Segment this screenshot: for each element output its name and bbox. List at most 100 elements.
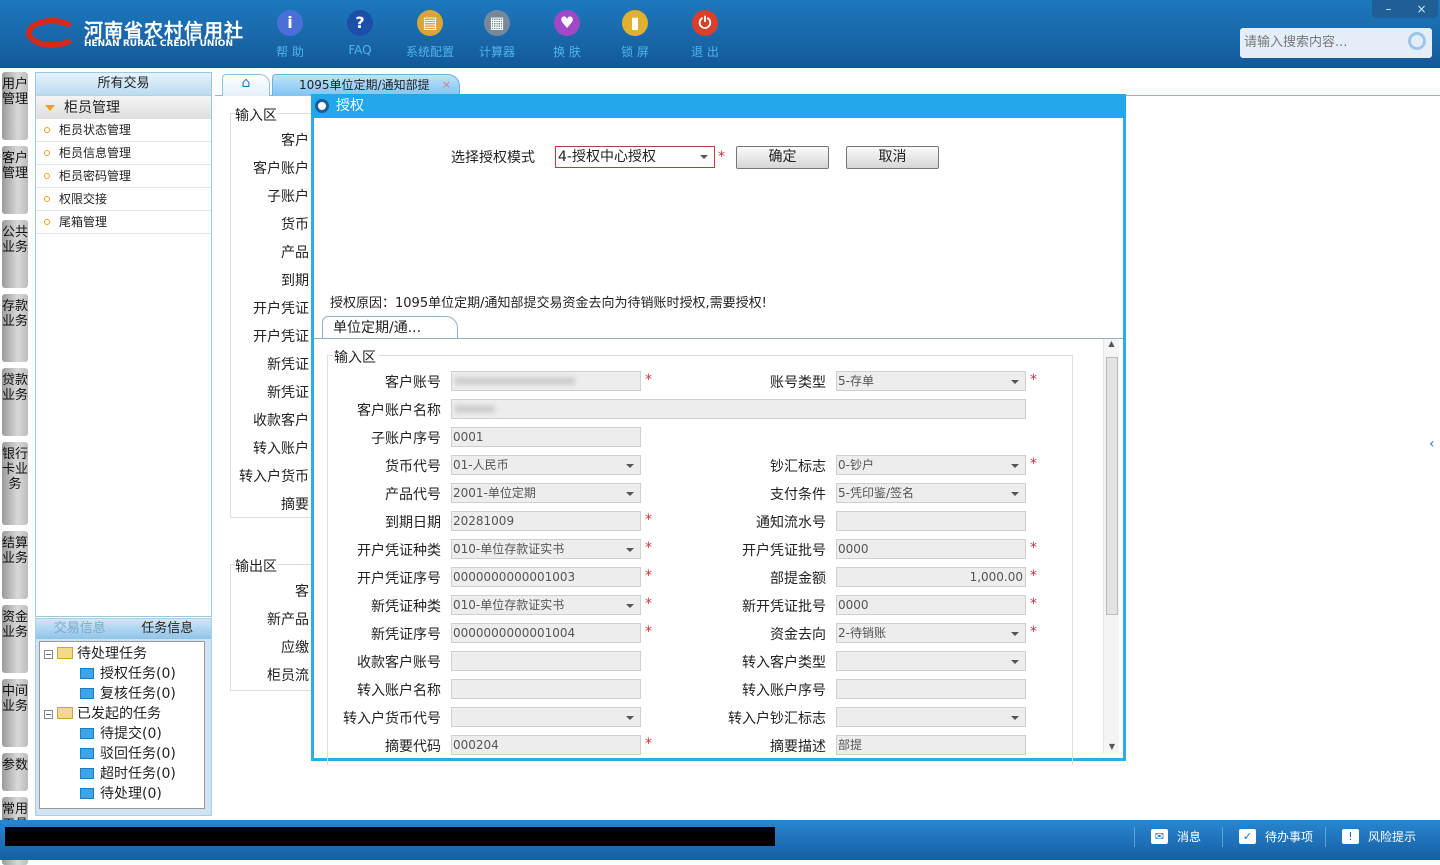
field-input[interactable] <box>836 679 1026 699</box>
toolbar-label: 系统配置 <box>405 45 454 59</box>
chevron-down-icon <box>700 155 708 163</box>
vtab-category[interactable]: 中间业务 <box>2 679 28 747</box>
field-input[interactable]: 0000000000001003 <box>451 567 641 587</box>
bullet-icon <box>44 219 50 225</box>
field-input[interactable]: 000204 <box>451 735 641 755</box>
tree-node[interactable]: 驳回任务(0) <box>80 744 176 764</box>
toolbar-label: 退 出 <box>691 45 719 59</box>
subtab-deposit[interactable]: 单位定期/通... <box>322 316 458 339</box>
field-value: 20281009 <box>453 514 515 528</box>
scroll-up-icon[interactable]: ▲ <box>1104 339 1119 348</box>
status-checkbox[interactable]: ✓ 待办事项 <box>1222 827 1325 847</box>
chevron-down-icon <box>1011 492 1019 500</box>
field-select[interactable]: 5-凭印鉴/签名 <box>836 483 1026 503</box>
status-alert-bubble[interactable]: ! 风险提示 <box>1325 827 1440 847</box>
vtab-category[interactable]: 用户管理 <box>2 72 28 140</box>
vtab-category[interactable]: 贷款业务 <box>2 368 28 436</box>
field-label: 产品代号 <box>385 487 441 503</box>
field-value: 0000000000001004 <box>453 626 576 640</box>
field-select[interactable] <box>836 651 1026 671</box>
auth-mode-select[interactable]: 4-授权中心授权 <box>555 146 715 168</box>
mail-icon: ✉ <box>1151 829 1168 844</box>
background-field-label: 柜员流 <box>267 668 309 684</box>
tab-1095[interactable]: 1095单位定期/通知部提 × <box>272 74 460 96</box>
collapse-icon[interactable]: − <box>44 710 53 719</box>
toolbar-button[interactable]: ♥ 换 肤 <box>537 8 597 64</box>
field-input[interactable]: 0000000000001004 <box>451 623 641 643</box>
vtab-category[interactable]: 公共业务 <box>2 220 28 288</box>
toolbar-button[interactable]: ▦ 计算器 <box>467 8 527 64</box>
field-select[interactable]: 5-存单 <box>836 371 1026 391</box>
collapse-icon[interactable]: − <box>44 650 53 659</box>
background-field-label: 新凭证 <box>267 385 309 401</box>
collapse-arrow-icon[interactable]: ‹ <box>1429 436 1435 452</box>
field-input[interactable]: 部提 <box>836 735 1026 755</box>
background-field-label: 新凭证 <box>267 357 309 373</box>
tree-node[interactable]: 复核任务(0) <box>80 684 176 704</box>
divider <box>314 338 1123 339</box>
field-input[interactable] <box>451 651 641 671</box>
scrollbar[interactable]: ▲ ▼ <box>1103 339 1119 753</box>
search-input[interactable]: 请输入搜索内容... <box>1240 28 1432 58</box>
field-input[interactable]: 1,000.00 <box>836 567 1026 587</box>
status-label: 风险提示 <box>1368 830 1417 844</box>
vtab-category[interactable]: 银行卡业务 <box>2 442 28 525</box>
search-icon[interactable] <box>1408 32 1426 50</box>
vtab-category[interactable]: 资金业务 <box>2 605 28 673</box>
field-select[interactable] <box>451 707 641 727</box>
vtab-category[interactable]: 客户管理 <box>2 146 28 214</box>
field-input[interactable]: 0001 <box>451 427 641 447</box>
status-bar: ✉ 消息 ✓ 待办事项! 风险提示 <box>0 820 1440 860</box>
close-button[interactable]: × <box>1405 0 1438 18</box>
field-input[interactable]: 0000 <box>836 595 1026 615</box>
field-value: 2001-单位定期 <box>453 486 536 500</box>
field-input[interactable] <box>451 371 641 391</box>
scroll-thumb[interactable] <box>1106 357 1118 615</box>
tree-node-label: 待提交(0) <box>100 726 162 742</box>
toolbar-button[interactable]: ⏻ 退 出 <box>675 8 735 64</box>
confirm-button[interactable]: 确定 <box>736 146 829 169</box>
dialog-title: 授权 <box>336 98 364 114</box>
tree-node[interactable]: − 已发起的任务 <box>44 704 161 724</box>
field-select[interactable]: 010-单位存款证实书 <box>451 595 641 615</box>
field-label: 资金去向 <box>770 627 826 643</box>
field-select[interactable]: 2001-单位定期 <box>451 483 641 503</box>
field-select[interactable]: 01-人民币 <box>451 455 641 475</box>
toolbar-button[interactable]: ▮ 锁 屏 <box>605 8 665 64</box>
field-select[interactable]: 010-单位存款证实书 <box>451 539 641 559</box>
cancel-button[interactable]: 取消 <box>846 146 939 169</box>
lock-icon: ▮ <box>622 10 648 36</box>
vtab-category[interactable]: 结算业务 <box>2 531 28 599</box>
info-icon: i <box>277 10 303 36</box>
field-input[interactable]: 0000 <box>836 539 1026 559</box>
field-label: 到期日期 <box>385 515 441 531</box>
tree-node[interactable]: 待处理(0) <box>80 784 162 804</box>
nav-group-teller[interactable]: 柜员管理 <box>36 95 211 119</box>
tab-home[interactable]: ⌂ <box>222 74 270 96</box>
nav-header[interactable]: 所有交易 <box>36 73 211 95</box>
field-select[interactable]: 2-待销账 <box>836 623 1026 643</box>
chevron-down-icon <box>1011 716 1019 724</box>
field-input[interactable] <box>451 399 1026 419</box>
background-field-label: 产品 <box>281 245 309 261</box>
field-input[interactable]: 20281009 <box>451 511 641 531</box>
field-input[interactable] <box>836 511 1026 531</box>
tree-node[interactable]: 待提交(0) <box>80 724 162 744</box>
tab-close-icon[interactable]: × <box>442 75 451 95</box>
toolbar-button[interactable]: i 帮 助 <box>260 8 320 64</box>
scroll-down-icon[interactable]: ▼ <box>1104 742 1120 751</box>
dialog-titlebar[interactable]: 授权 <box>311 94 1126 118</box>
minimize-button[interactable]: – <box>1372 0 1405 18</box>
field-select[interactable] <box>836 707 1026 727</box>
toolbar-button[interactable]: ▤ 系统配置 <box>400 8 460 64</box>
tree-node[interactable]: 超时任务(0) <box>80 764 176 784</box>
vtab-category[interactable]: 参数 <box>2 753 28 791</box>
required-mark: * <box>1030 624 1037 640</box>
vtab-category[interactable]: 存款业务 <box>2 294 28 362</box>
field-select[interactable]: 0-钞户 <box>836 455 1026 475</box>
field-input[interactable] <box>451 679 641 699</box>
home-icon: ⌂ <box>241 75 251 91</box>
toolbar-button[interactable]: ? FAQ <box>330 8 390 64</box>
field-label: 客户账号 <box>385 375 441 391</box>
bullet-icon <box>44 173 50 179</box>
